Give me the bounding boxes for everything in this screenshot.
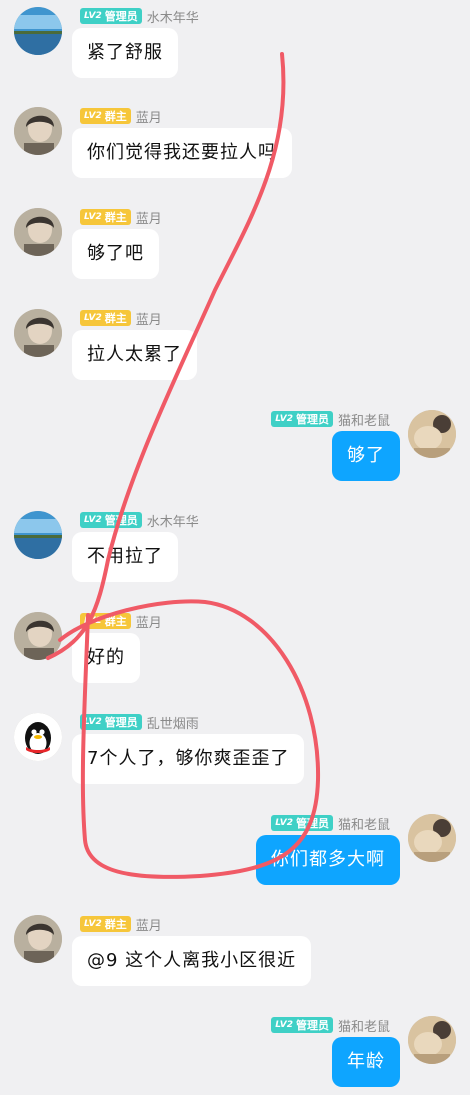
avatar[interactable] <box>14 612 62 660</box>
message-bubble[interactable]: 你们觉得我还要拉人吗 <box>72 128 292 178</box>
sender-name[interactable]: 蓝月 <box>136 208 162 227</box>
badge-title: 管理员 <box>295 817 329 830</box>
admin-badge: LV2 管理员 <box>271 815 333 831</box>
badge-title: 群主 <box>104 918 127 931</box>
badge-title: 管理员 <box>104 716 138 729</box>
message-bubble[interactable]: 好的 <box>72 633 140 683</box>
sender-name[interactable]: 水木年华 <box>147 511 199 530</box>
sender-name[interactable]: 猫和老鼠 <box>338 1016 390 1035</box>
avatar[interactable] <box>14 511 62 559</box>
message-bubble[interactable]: 7个人了，够你爽歪歪了 <box>72 734 305 784</box>
owner-badge: LV2 群主 <box>80 916 131 932</box>
sender-meta: LV2 群主 蓝月 <box>80 309 162 328</box>
avatar[interactable] <box>14 107 62 155</box>
badge-title: 管理员 <box>295 1019 329 1032</box>
message-bubble[interactable]: 不用拉了 <box>72 532 178 582</box>
admin-badge: LV2 管理员 <box>271 1017 333 1033</box>
message-bubble[interactable]: 拉人太累了 <box>72 330 197 380</box>
message-bubble[interactable]: 紧了舒服 <box>72 28 178 78</box>
sender-meta: LV2 管理员 猫和老鼠 <box>271 410 390 429</box>
message-bubble[interactable]: @9 这个人离我小区很近 <box>72 936 312 986</box>
sender-name[interactable]: 猫和老鼠 <box>338 410 390 429</box>
admin-badge: LV2 管理员 <box>80 714 142 730</box>
message-bubble[interactable]: 年龄 <box>332 1037 400 1087</box>
message-bubble[interactable]: 够了 <box>332 431 400 481</box>
badge-level: LV2 <box>84 919 102 929</box>
badge-level: LV2 <box>84 313 102 323</box>
sender-meta: LV2 群主 蓝月 <box>80 208 162 227</box>
owner-badge: LV2 群主 <box>80 613 131 629</box>
sender-meta: LV2 管理员 水木年华 <box>80 7 199 26</box>
owner-badge: LV2 群主 <box>80 209 131 225</box>
sender-name[interactable]: 蓝月 <box>136 915 162 934</box>
sender-meta: LV2 群主 蓝月 <box>80 107 162 126</box>
sender-meta: LV2 群主 蓝月 <box>80 612 162 631</box>
avatar[interactable] <box>408 1016 456 1064</box>
sender-name[interactable]: 猫和老鼠 <box>338 814 390 833</box>
chat-message-list: LV2 管理员 水木年华 紧了舒服 LV2 群主 蓝月 你们觉得我还要拉人吗 LV2 群主 蓝月 够了… <box>0 0 470 1095</box>
sender-name[interactable]: 水木年华 <box>147 7 199 26</box>
badge-title: 管理员 <box>104 10 138 23</box>
sender-meta: LV2 管理员 猫和老鼠 <box>271 1016 390 1035</box>
badge-title: 管理员 <box>295 413 329 426</box>
badge-level: LV2 <box>84 515 102 525</box>
avatar[interactable] <box>408 814 456 862</box>
sender-name[interactable]: 蓝月 <box>136 612 162 631</box>
admin-badge: LV2 管理员 <box>80 512 142 528</box>
avatar[interactable] <box>14 713 62 761</box>
badge-level: LV2 <box>275 1020 293 1030</box>
admin-badge: LV2 管理员 <box>80 8 142 24</box>
badge-title: 群主 <box>104 211 127 224</box>
badge-title: 群主 <box>104 110 127 123</box>
sender-name[interactable]: 蓝月 <box>136 107 162 126</box>
badge-level: LV2 <box>84 616 102 626</box>
sender-name[interactable]: 蓝月 <box>136 309 162 328</box>
avatar[interactable] <box>14 309 62 357</box>
badge-title: 群主 <box>104 312 127 325</box>
message-bubble[interactable]: 够了吧 <box>72 229 159 279</box>
badge-level: LV2 <box>84 212 102 222</box>
sender-meta: LV2 群主 蓝月 <box>80 915 162 934</box>
sender-name[interactable]: 乱世烟雨 <box>147 713 199 732</box>
badge-title: 群主 <box>104 615 127 628</box>
badge-title: 管理员 <box>104 514 138 527</box>
avatar[interactable] <box>14 208 62 256</box>
sender-meta: LV2 管理员 猫和老鼠 <box>271 814 390 833</box>
badge-level: LV2 <box>275 818 293 828</box>
owner-badge: LV2 群主 <box>80 108 131 124</box>
avatar[interactable] <box>14 7 62 55</box>
badge-level: LV2 <box>84 111 102 121</box>
admin-badge: LV2 管理员 <box>271 411 333 427</box>
message-bubble[interactable]: 你们都多大啊 <box>256 835 400 885</box>
badge-level: LV2 <box>84 717 102 727</box>
sender-meta: LV2 管理员 水木年华 <box>80 511 199 530</box>
owner-badge: LV2 群主 <box>80 310 131 326</box>
badge-level: LV2 <box>84 11 102 21</box>
avatar[interactable] <box>14 915 62 963</box>
sender-meta: LV2 管理员 乱世烟雨 <box>80 713 199 732</box>
avatar[interactable] <box>408 410 456 458</box>
badge-level: LV2 <box>275 414 293 424</box>
